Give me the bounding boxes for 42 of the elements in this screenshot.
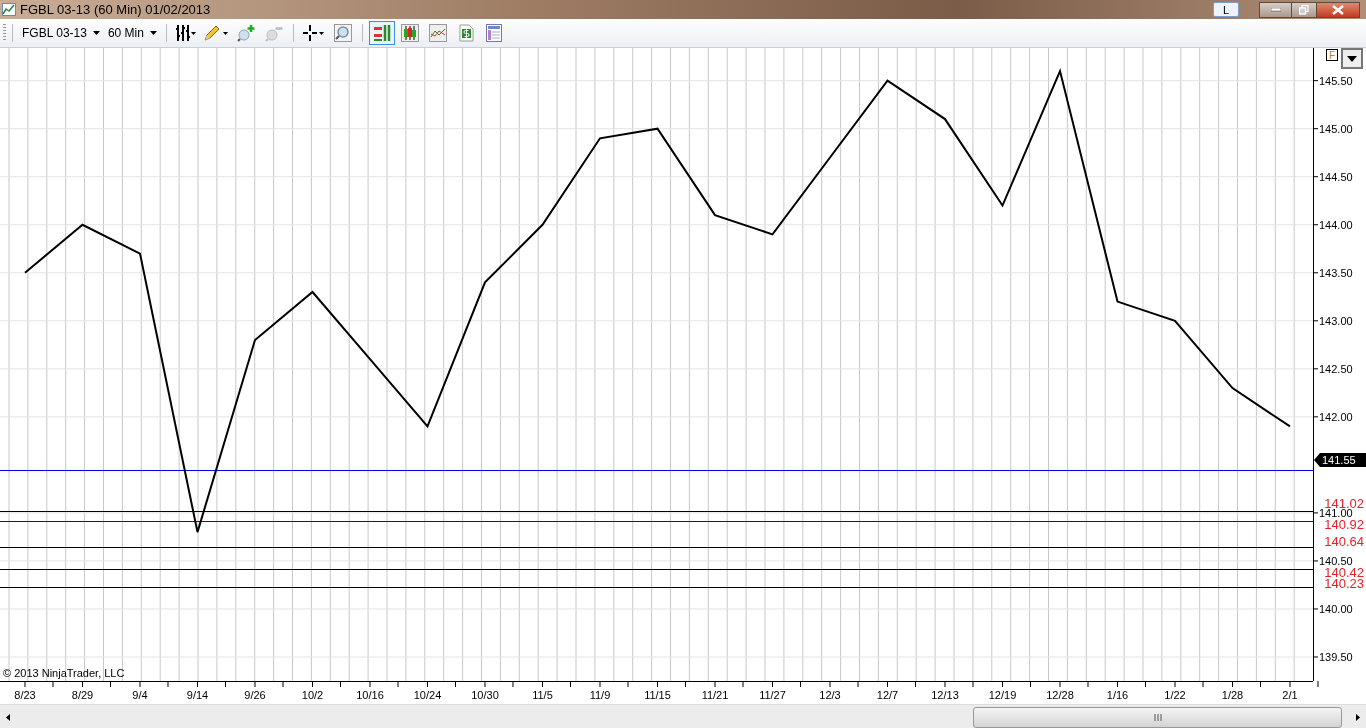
price-level-label: 140.92	[1324, 517, 1364, 532]
time-axis-label: 10/16	[356, 689, 384, 701]
last-price-tag: 141.55	[1314, 453, 1366, 468]
time-axis-label: 8/29	[71, 689, 94, 701]
time-axis-label: 11/21	[701, 689, 729, 701]
price-axis-label: 143.50	[1319, 266, 1353, 279]
price-axis-label: 144.00	[1319, 218, 1353, 231]
time-axis-label: 11/5	[532, 689, 553, 701]
price-axis-label: 140.00	[1319, 602, 1353, 615]
price-axis-label: 142.00	[1319, 410, 1353, 423]
time-axis-label: 1/28	[1221, 689, 1244, 701]
time-axis-label: 9/4	[132, 689, 148, 701]
time-axis-label: 12/28	[1046, 689, 1074, 701]
time-axis-label: 8/23	[14, 689, 36, 701]
time-axis-label: 9/26	[244, 689, 266, 701]
price-axis-label: 139.50	[1319, 651, 1353, 663]
time-axis-label: 1/22	[1164, 689, 1186, 701]
price-axis-label: 145.50	[1319, 74, 1353, 87]
time-axis-label: 10/24	[413, 689, 442, 701]
time-axis-label: 11/9	[589, 689, 611, 701]
time-axis-label: 11/27	[759, 689, 786, 701]
time-axis-label: 10/2	[301, 689, 324, 701]
time-axis-label: 12/3	[819, 689, 841, 701]
instrument-dropdown[interactable]: FGBL 03-13	[19, 26, 103, 40]
price-axis-label: 140.50	[1319, 554, 1353, 567]
price-level-label: 140.64	[1324, 533, 1364, 549]
price-axis-label: 145.00	[1319, 122, 1353, 135]
time-axis-label: 10/30	[471, 689, 499, 701]
time-axis-label: 9/14	[186, 689, 209, 701]
time-axis-label: 12/7	[876, 689, 899, 701]
price-axis-label: 144.50	[1319, 170, 1353, 183]
link-button[interactable]: L	[1213, 2, 1239, 17]
window-title: FGBL 03-13 (60 Min) 01/02/2013	[20, 2, 211, 17]
time-axis-label: 12/19	[988, 689, 1017, 701]
time-axis-label: 12/13	[931, 689, 959, 701]
time-axis-label: 2/1	[1282, 689, 1298, 701]
price-axis-label: 142.50	[1319, 362, 1353, 375]
copyright-text: © 2013 NinjaTrader, LLC	[3, 667, 125, 679]
time-axis-label: 11/15	[644, 689, 671, 701]
interval-dropdown[interactable]: 60 Min	[104, 26, 160, 40]
time-axis-label: 1/16	[1106, 689, 1129, 701]
price-axis-label: 143.00	[1319, 314, 1353, 327]
